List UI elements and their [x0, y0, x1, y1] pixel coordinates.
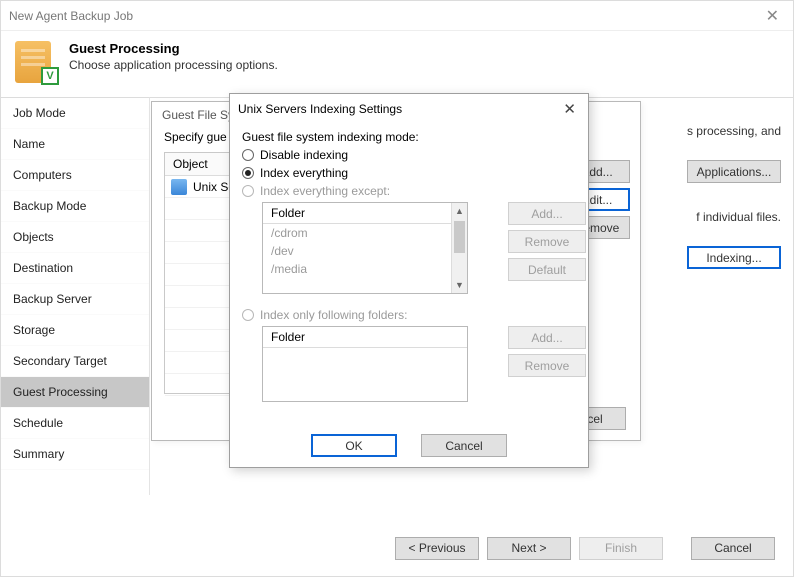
sidebar-item-backup-mode[interactable]: Backup Mode	[1, 191, 149, 222]
sidebar-item-label: Computers	[13, 168, 72, 182]
sidebar-item-backup-server[interactable]: Backup Server	[1, 284, 149, 315]
radio-icon	[242, 167, 254, 179]
except-remove-button: Remove	[508, 230, 586, 253]
description-fragment-2: f individual files.	[696, 210, 781, 224]
sidebar-item-label: Objects	[13, 230, 54, 244]
indexing-mode-label: Guest file system indexing mode:	[242, 130, 576, 144]
modal-cancel-button[interactable]: Cancel	[421, 434, 507, 457]
main-window: New Agent Backup Job ✕ V Guest Processin…	[0, 0, 794, 577]
sidebar-item-label: Storage	[13, 323, 55, 337]
sidebar-item-label: Summary	[13, 447, 64, 461]
sidebar-item-summary[interactable]: Summary	[1, 439, 149, 470]
close-icon[interactable]: ✕	[760, 6, 785, 26]
close-icon[interactable]: ✕	[559, 100, 580, 118]
sidebar-item-job-mode[interactable]: Job Mode	[1, 98, 149, 129]
scroll-down-icon[interactable]: ▼	[452, 277, 467, 293]
sidebar: Job Mode Name Computers Backup Mode Obje…	[1, 97, 149, 495]
applications-button[interactable]: Applications...	[687, 160, 781, 183]
next-button[interactable]: Next >	[487, 537, 571, 560]
except-folder-list: Folder /cdrom /dev /media ▲ ▼	[262, 202, 468, 294]
except-default-button: Default	[508, 258, 586, 281]
radio-index-everything[interactable]: Index everything	[242, 166, 576, 180]
radio-icon	[242, 185, 254, 197]
modal-ok-button[interactable]: OK	[311, 434, 397, 457]
server-icon	[171, 179, 187, 195]
sidebar-item-storage[interactable]: Storage	[1, 315, 149, 346]
badge-icon: V	[41, 67, 59, 85]
only-add-button: Add...	[508, 326, 586, 349]
radio-icon	[242, 309, 254, 321]
page-title: Guest Processing	[69, 41, 278, 56]
sidebar-item-name[interactable]: Name	[1, 129, 149, 160]
list-header-folder[interactable]: Folder	[263, 327, 467, 348]
only-remove-button: Remove	[508, 354, 586, 377]
sidebar-item-label: Job Mode	[13, 106, 66, 120]
sidebar-item-label: Guest Processing	[13, 385, 108, 399]
cancel-button[interactable]: Cancel	[691, 537, 775, 560]
indexing-button[interactable]: Indexing...	[687, 246, 781, 269]
sidebar-item-guest-processing[interactable]: Guest Processing	[1, 377, 149, 408]
sidebar-item-objects[interactable]: Objects	[1, 222, 149, 253]
scroll-up-icon[interactable]: ▲	[452, 203, 467, 219]
radio-label: Index only following folders:	[260, 308, 407, 322]
header: V Guest Processing Choose application pr…	[1, 31, 793, 97]
modal-title: Unix Servers Indexing Settings	[238, 102, 559, 116]
radio-icon	[242, 149, 254, 161]
list-item[interactable]: /cdrom	[263, 224, 467, 242]
only-folder-list: Folder	[262, 326, 468, 402]
sidebar-item-label: Backup Mode	[13, 199, 86, 213]
description-fragment-1: s processing, and	[687, 124, 781, 138]
sidebar-item-label: Backup Server	[13, 292, 92, 306]
list-item[interactable]: /media	[263, 260, 467, 278]
sidebar-item-computers[interactable]: Computers	[1, 160, 149, 191]
indexing-settings-dialog: Unix Servers Indexing Settings ✕ Guest f…	[229, 93, 589, 468]
radio-label: Index everything except:	[260, 184, 390, 198]
radio-label: Index everything	[260, 166, 348, 180]
radio-disable-indexing[interactable]: Disable indexing	[242, 148, 576, 162]
sidebar-item-secondary-target[interactable]: Secondary Target	[1, 346, 149, 377]
list-item[interactable]: /dev	[263, 242, 467, 260]
wizard-icon: V	[15, 41, 57, 83]
page-subtitle: Choose application processing options.	[69, 58, 278, 72]
sidebar-item-label: Secondary Target	[13, 354, 107, 368]
sidebar-item-destination[interactable]: Destination	[1, 253, 149, 284]
titlebar: New Agent Backup Job ✕	[1, 1, 793, 31]
wizard-footer: < Previous Next > Finish Cancel	[1, 520, 793, 576]
modal-titlebar: Unix Servers Indexing Settings ✕	[230, 94, 588, 124]
sidebar-item-label: Name	[13, 137, 45, 151]
sidebar-item-label: Schedule	[13, 416, 63, 430]
except-add-button: Add...	[508, 202, 586, 225]
previous-button[interactable]: < Previous	[395, 537, 479, 560]
scroll-thumb[interactable]	[454, 221, 465, 253]
scrollbar[interactable]: ▲ ▼	[451, 203, 467, 293]
radio-label: Disable indexing	[260, 148, 348, 162]
list-header-folder[interactable]: Folder	[263, 203, 467, 224]
radio-index-only[interactable]: Index only following folders:	[242, 308, 576, 322]
sidebar-item-schedule[interactable]: Schedule	[1, 408, 149, 439]
sidebar-item-label: Destination	[13, 261, 73, 275]
radio-index-except[interactable]: Index everything except:	[242, 184, 576, 198]
window-title: New Agent Backup Job	[9, 9, 760, 23]
finish-button: Finish	[579, 537, 663, 560]
